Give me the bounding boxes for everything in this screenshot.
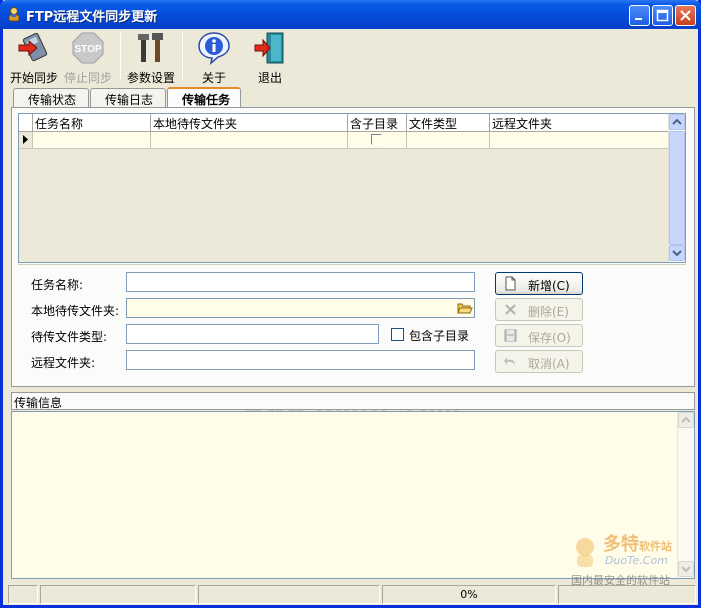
maximize-icon <box>656 9 669 22</box>
add-button-label: 新增(C) <box>528 279 570 293</box>
include-subdirs-label[interactable]: 包含子目录 <box>409 327 469 344</box>
app-icon <box>8 7 20 22</box>
stop-icon: STOP <box>72 32 104 64</box>
info-scroll-up-button[interactable] <box>678 412 694 428</box>
exit-button[interactable]: 退出 <box>244 31 296 86</box>
chevron-up-icon <box>672 118 682 125</box>
include-subdirs-checkbox[interactable] <box>391 328 404 341</box>
cell-local-folder[interactable] <box>151 132 348 149</box>
grid-vertical-scrollbar[interactable] <box>668 114 685 262</box>
divider <box>18 264 686 265</box>
status-bar: 0% <box>6 584 698 605</box>
scroll-down-button[interactable] <box>669 245 685 261</box>
status-panel <box>198 585 380 604</box>
info-vertical-scrollbar[interactable] <box>677 412 694 578</box>
info-scroll-down-button[interactable] <box>678 561 694 577</box>
status-panel <box>40 585 196 604</box>
tools-icon <box>138 33 163 62</box>
cancel-button-label: 取消(A) <box>528 357 570 371</box>
tab-transfer-log[interactable]: 传输日志 <box>90 88 166 107</box>
save-disk-icon <box>504 329 517 342</box>
cell-task-name[interactable] <box>33 132 151 149</box>
save-button[interactable]: 保存(O) <box>495 324 583 347</box>
cell-subdirs-checkbox[interactable] <box>371 134 382 145</box>
local-folder-label: 本地待传文件夹: <box>31 304 120 318</box>
new-document-icon <box>505 276 516 291</box>
delete-button[interactable]: 删除(E) <box>495 298 583 321</box>
maximize-button[interactable] <box>652 5 673 26</box>
status-panel <box>558 585 696 604</box>
transfer-info-header: 传输信息 <box>11 392 695 410</box>
delete-x-icon <box>505 304 516 315</box>
current-row-arrow-icon <box>23 135 28 144</box>
toolbar-separator <box>120 33 121 79</box>
stop-icon-text: STOP <box>74 44 101 55</box>
tasks-grid[interactable]: 任务名称 本地待传文件夹 含子目录 文件类型 远程文件夹 <box>18 113 686 263</box>
stop-sync-button[interactable]: STOP 停止同步 <box>62 31 114 86</box>
toolbar-separator <box>182 33 183 79</box>
exit-door-icon <box>254 32 284 64</box>
tab-transfer-status[interactable]: 传输状态 <box>13 88 89 107</box>
close-icon <box>680 10 691 21</box>
remote-folder-label: 远程文件夹: <box>31 356 96 370</box>
tasks-panel: 任务名称 本地待传文件夹 含子目录 文件类型 远程文件夹 任务名称: 本地待传文… <box>11 107 695 421</box>
cell-remote-folder[interactable] <box>490 132 669 149</box>
minimize-icon <box>635 18 642 20</box>
local-folder-input[interactable] <box>126 298 475 318</box>
main-window: FTP远程文件同步更新 开始同步 STOP 停止同步 参数设置 关于 退出 传输… <box>0 0 701 608</box>
chevron-up-icon <box>681 416 691 423</box>
col-include-subdirs[interactable]: 含子目录 <box>348 114 407 132</box>
folder-open-icon <box>457 303 473 314</box>
col-remote-folder[interactable]: 远程文件夹 <box>490 114 669 132</box>
start-sync-icon <box>18 32 48 62</box>
window-title: FTP远程文件同步更新 <box>26 10 158 25</box>
add-button[interactable]: 新增(C) <box>495 272 583 295</box>
cell-include-subdirs[interactable] <box>348 132 407 149</box>
file-type-input[interactable] <box>126 324 379 344</box>
about-label: 关于 <box>201 71 226 85</box>
settings-button[interactable]: 参数设置 <box>125 31 177 86</box>
info-icon <box>198 32 230 65</box>
delete-button-label: 删除(E) <box>528 305 569 319</box>
file-type-label: 待传文件类型: <box>31 330 108 344</box>
col-local-folder[interactable]: 本地待传文件夹 <box>151 114 348 132</box>
minimize-button[interactable] <box>629 5 650 26</box>
task-name-label: 任务名称: <box>31 278 84 292</box>
remote-folder-input[interactable] <box>126 350 475 370</box>
col-file-type[interactable]: 文件类型 <box>407 114 490 132</box>
cancel-button[interactable]: 取消(A) <box>495 350 583 373</box>
settings-label: 参数设置 <box>126 71 175 85</box>
tab-transfer-tasks[interactable]: 传输任务 <box>167 87 241 108</box>
progress-percent: 0% <box>382 585 556 604</box>
chevron-down-icon <box>681 566 691 573</box>
exit-label: 退出 <box>257 71 282 85</box>
grid-header: 任务名称 本地待传文件夹 含子目录 文件类型 远程文件夹 <box>19 114 669 132</box>
toolbar: 开始同步 STOP 停止同步 参数设置 关于 退出 <box>6 31 696 86</box>
title-bar[interactable]: FTP远程文件同步更新 <box>0 0 701 29</box>
col-task-name[interactable]: 任务名称 <box>33 114 151 132</box>
status-panel <box>8 585 38 604</box>
transfer-info-textarea[interactable] <box>11 411 695 579</box>
cell-file-type[interactable] <box>407 132 490 149</box>
scroll-up-button[interactable] <box>669 114 685 130</box>
undo-arrow-icon <box>504 357 515 365</box>
start-sync-label: 开始同步 <box>9 71 58 85</box>
close-button[interactable] <box>675 5 696 26</box>
save-button-label: 保存(O) <box>528 331 571 345</box>
chevron-down-icon <box>672 250 682 257</box>
scroll-thumb[interactable] <box>669 131 685 245</box>
task-name-input[interactable] <box>126 272 475 292</box>
browse-folder-button[interactable] <box>456 300 473 316</box>
about-button[interactable]: 关于 <box>188 31 240 86</box>
stop-sync-label: 停止同步 <box>63 71 112 85</box>
grid-indicator-header <box>19 114 33 132</box>
row-indicator <box>19 132 33 149</box>
table-row[interactable] <box>19 132 669 149</box>
start-sync-button[interactable]: 开始同步 <box>8 31 60 86</box>
